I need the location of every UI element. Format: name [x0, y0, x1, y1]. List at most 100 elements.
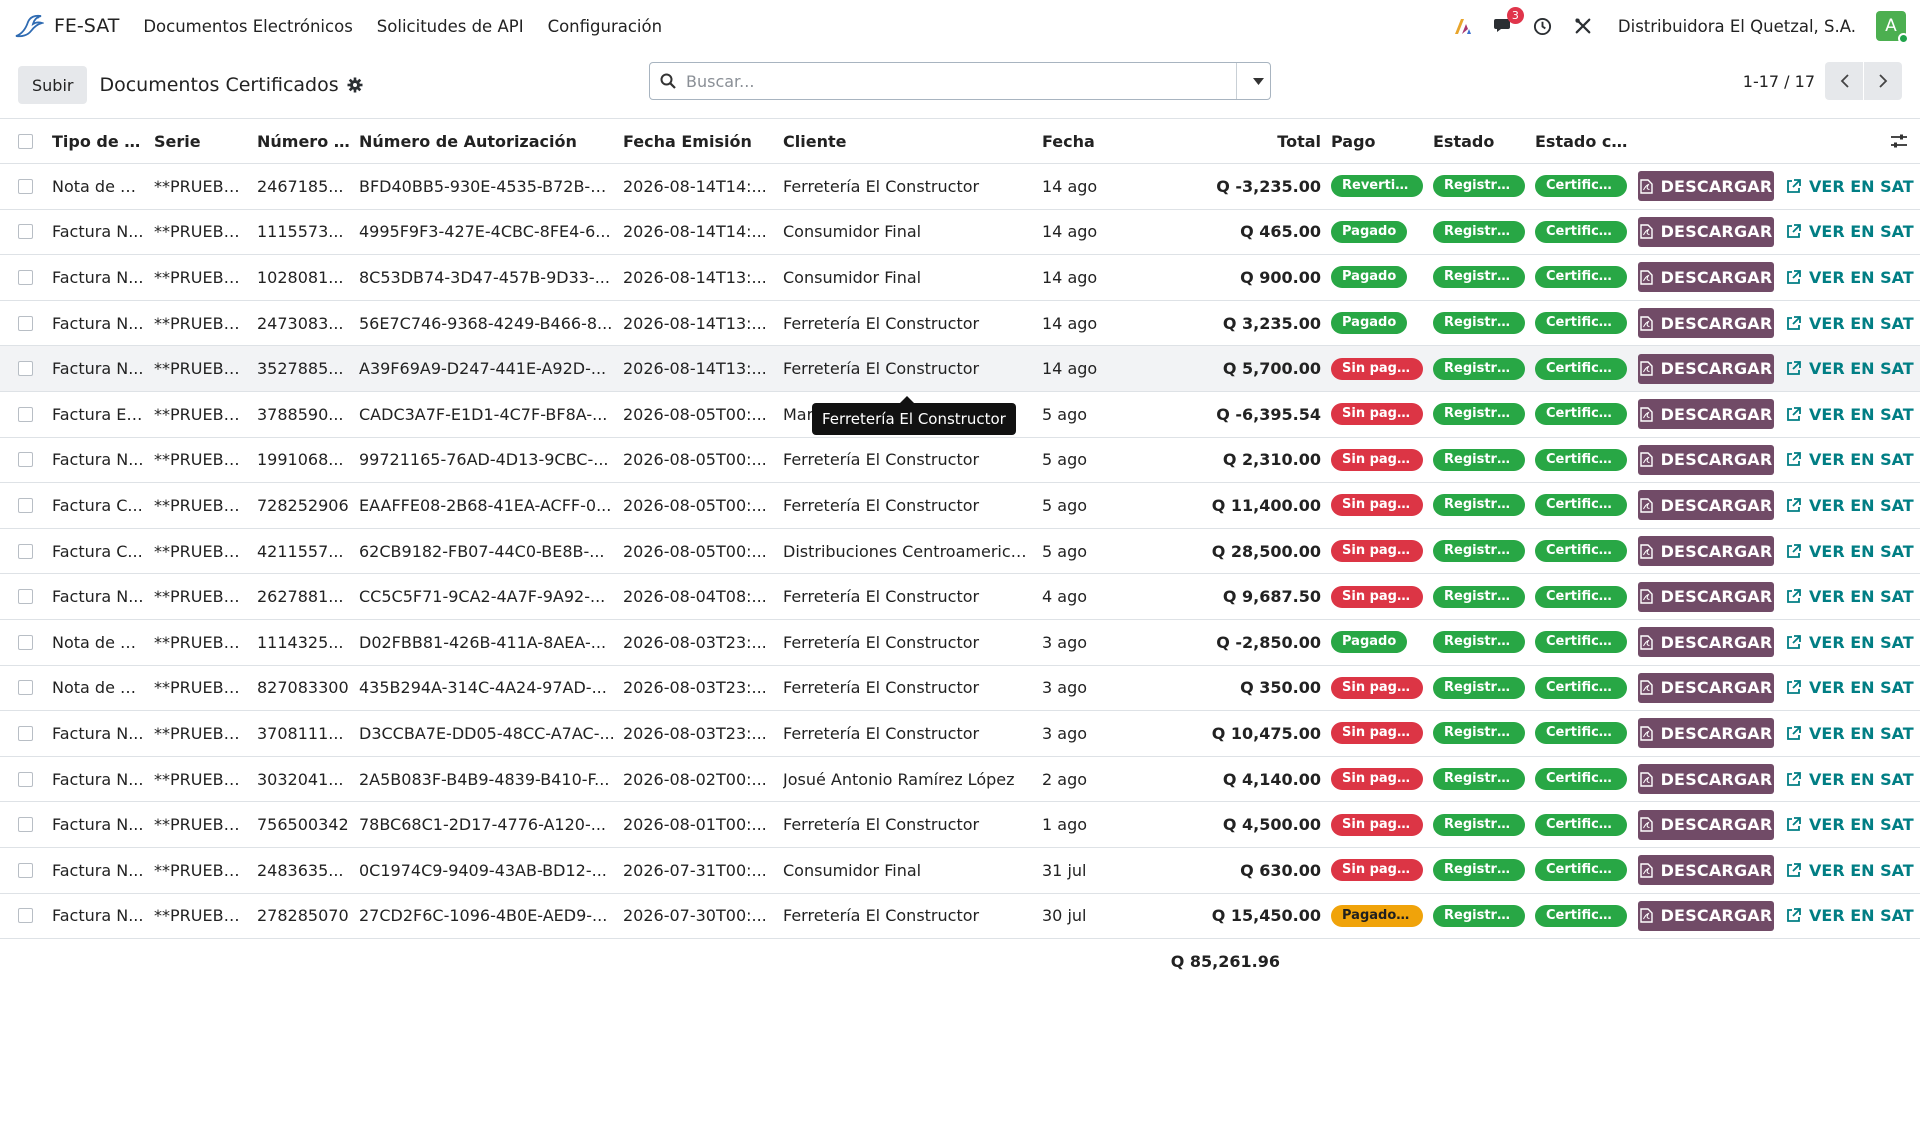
- view-sat-link[interactable]: VER EN SAT: [1786, 450, 1914, 469]
- header-autorizacion[interactable]: Número de Autorización: [359, 132, 623, 151]
- view-sat-link[interactable]: VER EN SAT: [1786, 906, 1914, 925]
- download-button[interactable]: DESCARGAR: [1638, 718, 1774, 749]
- menu-solicitudes-api[interactable]: Solicitudes de API: [377, 17, 524, 36]
- row-checkbox[interactable]: [18, 817, 33, 833]
- table-row[interactable]: Factura N... **PRUEBA... 3527885... A39F69A…: [0, 346, 1920, 392]
- row-checkbox[interactable]: [18, 634, 33, 650]
- row-checkbox[interactable]: [18, 224, 33, 240]
- header-pago[interactable]: Pago: [1331, 132, 1433, 151]
- select-all-checkbox[interactable]: [18, 133, 33, 149]
- row-checkbox[interactable]: [18, 497, 33, 513]
- table-row[interactable]: Factura N... **PRUEBA... 3032041... 2A5B083…: [0, 757, 1920, 803]
- row-checkbox[interactable]: [18, 315, 33, 331]
- row-checkbox[interactable]: [18, 908, 33, 924]
- download-button[interactable]: DESCARGAR: [1638, 262, 1774, 293]
- header-numero[interactable]: Número D...: [257, 132, 359, 151]
- table-row[interactable]: Nota de C... **PRUEBA... 1114325... D02FBB8…: [0, 620, 1920, 666]
- row-checkbox[interactable]: [18, 361, 33, 377]
- view-sat-link[interactable]: VER EN SAT: [1786, 633, 1914, 652]
- download-button[interactable]: DESCARGAR: [1638, 764, 1774, 795]
- table-row[interactable]: Factura N... **PRUEBA... 1028081... 8C53DB7…: [0, 255, 1920, 301]
- row-checkbox[interactable]: [18, 406, 33, 422]
- table-row[interactable]: Factura N... **PRUEBA... 756500342 78BC68C1…: [0, 802, 1920, 848]
- download-button[interactable]: DESCARGAR: [1638, 855, 1774, 886]
- search-input[interactable]: [676, 64, 1236, 98]
- pager-next-button[interactable]: [1864, 62, 1902, 100]
- table-row[interactable]: Nota de C... **PRUEBA... 2467185... BFD40BB…: [0, 164, 1920, 210]
- table-row[interactable]: Factura C... **PRUEBA... 728252906 EAAFFE08…: [0, 483, 1920, 529]
- ai-icon[interactable]: [1452, 15, 1474, 37]
- download-button[interactable]: DESCARGAR: [1638, 308, 1774, 339]
- view-sat-link[interactable]: VER EN SAT: [1786, 268, 1914, 287]
- pager-value[interactable]: 1-17 / 17: [1743, 72, 1815, 91]
- download-label: DESCARGAR: [1660, 541, 1773, 561]
- row-checkbox[interactable]: [18, 771, 33, 787]
- table-row[interactable]: Factura N... **PRUEBA... 278285070 27CD2F6C…: [0, 894, 1920, 940]
- view-sat-link[interactable]: VER EN SAT: [1786, 177, 1914, 196]
- row-checkbox[interactable]: [18, 452, 33, 468]
- cell-tipo: Factura N...: [52, 313, 144, 333]
- view-sat-link[interactable]: VER EN SAT: [1786, 815, 1914, 834]
- row-checkbox[interactable]: [18, 543, 33, 559]
- table-row[interactable]: Nota de D... **PRUEBA... 827083300 435B294A…: [0, 666, 1920, 712]
- header-cliente[interactable]: Cliente: [783, 132, 1042, 151]
- download-button[interactable]: DESCARGAR: [1638, 536, 1774, 567]
- gear-icon[interactable]: [347, 77, 363, 93]
- view-sat-link[interactable]: VER EN SAT: [1786, 314, 1914, 333]
- table-row[interactable]: Factura N... **PRUEBA... 2473083... 56E7C74…: [0, 301, 1920, 347]
- view-sat-link[interactable]: VER EN SAT: [1786, 405, 1914, 424]
- header-tipo[interactable]: Tipo de F...: [52, 132, 154, 151]
- user-avatar[interactable]: A: [1876, 11, 1909, 44]
- company-name[interactable]: Distribuidora El Quetzal, S.A.: [1618, 17, 1856, 36]
- header-estado-certificacion[interactable]: Estado ce...: [1535, 132, 1637, 151]
- download-button[interactable]: DESCARGAR: [1638, 809, 1774, 840]
- download-button[interactable]: DESCARGAR: [1638, 444, 1774, 475]
- table-row[interactable]: Factura N... **PRUEBA... 1115573... 4995F9F…: [0, 210, 1920, 256]
- view-sat-link[interactable]: VER EN SAT: [1786, 678, 1914, 697]
- table-row[interactable]: Factura C... **PRUEBA... 4211557... 62CB918…: [0, 529, 1920, 575]
- view-sat-link[interactable]: VER EN SAT: [1786, 359, 1914, 378]
- header-serie[interactable]: Serie: [154, 132, 257, 151]
- view-sat-link[interactable]: VER EN SAT: [1786, 770, 1914, 789]
- menu-configuracion[interactable]: Configuración: [548, 17, 663, 36]
- header-fecha-emision[interactable]: Fecha Emisión: [623, 132, 783, 151]
- tools-icon[interactable]: [1572, 15, 1594, 37]
- chat-icon[interactable]: 3: [1492, 7, 1524, 37]
- view-sat-link[interactable]: VER EN SAT: [1786, 587, 1914, 606]
- download-button[interactable]: DESCARGAR: [1638, 353, 1774, 384]
- download-button[interactable]: DESCARGAR: [1638, 900, 1774, 931]
- row-checkbox[interactable]: [18, 725, 33, 741]
- header-fecha[interactable]: Fecha: [1042, 132, 1138, 151]
- row-checkbox[interactable]: [18, 178, 33, 194]
- view-sat-link[interactable]: VER EN SAT: [1786, 496, 1914, 515]
- row-checkbox[interactable]: [18, 269, 33, 285]
- row-checkbox[interactable]: [18, 862, 33, 878]
- row-checkbox[interactable]: [18, 680, 33, 696]
- table-row[interactable]: Factura N... **PRUEBA... 3708111... D3CCBA7…: [0, 711, 1920, 757]
- view-sat-link[interactable]: VER EN SAT: [1786, 542, 1914, 561]
- cell-fecha-emision: 2026-08-14T14:...: [623, 176, 767, 196]
- download-button[interactable]: DESCARGAR: [1638, 216, 1774, 247]
- table-row[interactable]: Factura N... **PRUEBA... 2627881... CC5C5F7…: [0, 574, 1920, 620]
- table-row[interactable]: Factura N... **PRUEBA... 1991068... 9972116…: [0, 438, 1920, 484]
- header-total[interactable]: Total: [1138, 132, 1331, 151]
- brand[interactable]: FE-SAT: [14, 12, 119, 40]
- download-button[interactable]: DESCARGAR: [1638, 672, 1774, 703]
- search-options-toggle[interactable]: [1236, 63, 1270, 99]
- download-button[interactable]: DESCARGAR: [1638, 627, 1774, 658]
- view-sat-link[interactable]: VER EN SAT: [1786, 724, 1914, 743]
- column-settings-icon[interactable]: [1890, 133, 1908, 153]
- header-estado[interactable]: Estado: [1433, 132, 1535, 151]
- view-sat-link[interactable]: VER EN SAT: [1786, 222, 1914, 241]
- menu-documentos[interactable]: Documentos Electrónicos: [143, 17, 352, 36]
- row-checkbox[interactable]: [18, 589, 33, 605]
- download-button[interactable]: DESCARGAR: [1638, 171, 1774, 202]
- upload-button[interactable]: Subir: [18, 66, 88, 104]
- table-row[interactable]: Factura N... **PRUEBA... 2483635... 0C1974C…: [0, 848, 1920, 894]
- view-sat-link[interactable]: VER EN SAT: [1786, 861, 1914, 880]
- pager-previous-button[interactable]: [1825, 62, 1863, 100]
- download-button[interactable]: DESCARGAR: [1638, 490, 1774, 521]
- clock-icon[interactable]: [1532, 15, 1554, 37]
- download-button[interactable]: DESCARGAR: [1638, 399, 1774, 430]
- download-button[interactable]: DESCARGAR: [1638, 581, 1774, 612]
